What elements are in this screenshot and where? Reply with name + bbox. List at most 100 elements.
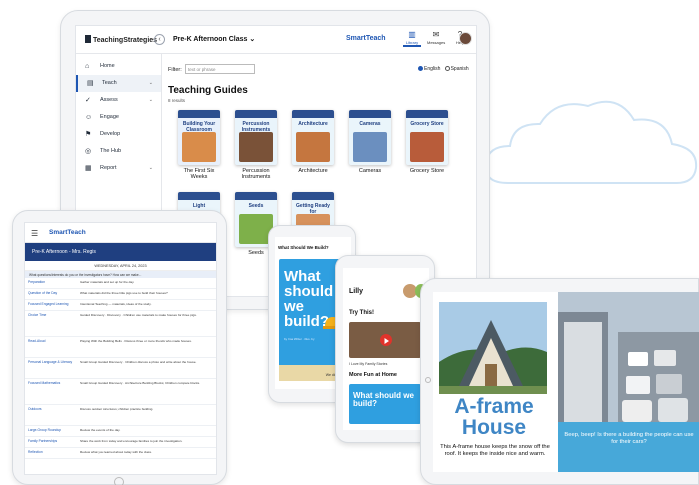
guide-caption[interactable]: Percussion Instruments xyxy=(235,168,277,180)
topnav-library[interactable]: ▥ Library xyxy=(403,30,421,47)
sidebar-item-report[interactable]: ▦ Report ⌄ xyxy=(76,160,161,177)
develop-icon: ⚑ xyxy=(85,131,92,138)
report-icon: ▦ xyxy=(85,165,92,172)
teaching-guide-card[interactable]: Building Your Classroom Community The Fir… xyxy=(178,110,220,180)
class-selector[interactable]: Pre-K Afternoon Class ⌄ xyxy=(173,35,255,43)
row-label: Focused Mathematics xyxy=(28,381,61,385)
table-row[interactable]: Preparation Gather materials and set up f… xyxy=(25,278,216,289)
daily-plan-screen: ☰ SmartTeach Pre-K Afternoon - Mrs. Regi… xyxy=(24,222,217,475)
radio-selected-icon xyxy=(418,66,423,71)
book-cover-title: What should we build? xyxy=(353,391,414,408)
logo-text: TeachingStrategies xyxy=(93,37,158,44)
table-row[interactable]: Read-Aloud Playing With the Building Bell… xyxy=(25,337,216,358)
question-banner: What questions/interests do you or the i… xyxy=(25,271,216,278)
chevron-down-icon: ⌄ xyxy=(148,97,153,103)
home-icon: ⌂ xyxy=(85,63,90,70)
guide-caption[interactable]: Cameras xyxy=(349,168,391,174)
table-row[interactable]: Family Partnerships Share the work from t… xyxy=(25,437,216,448)
date-navigator[interactable]: WEDNESDAY, APRIL 24, 2023 xyxy=(25,261,216,271)
teaching-strategies-logo[interactable]: TeachingStrategies xyxy=(85,35,157,44)
cover-band xyxy=(406,110,448,118)
cover-band xyxy=(349,110,391,118)
row-content: Guided Discovery · Discovery · Children … xyxy=(80,313,197,317)
teaching-guide-card[interactable]: Grocery Store Grocery Store xyxy=(406,110,448,174)
home-button[interactable] xyxy=(114,477,124,485)
row-label: Large-Group Roundup xyxy=(28,428,61,432)
english-radio[interactable]: English xyxy=(418,66,440,72)
try-this-heading: Try This! xyxy=(349,310,375,316)
sidebar-item-home[interactable]: ⌂ Home xyxy=(76,58,161,75)
hamburger-menu-icon[interactable]: ☰ xyxy=(31,229,38,238)
collapse-sidebar-button[interactable]: ‹ xyxy=(154,34,165,45)
teaching-guide-card[interactable]: Architecture Architecture xyxy=(292,110,334,174)
topnav-messages[interactable]: ✉ Messages xyxy=(427,30,445,47)
home-button[interactable] xyxy=(425,377,431,383)
teaching-guide-card[interactable]: Percussion Instruments Percussion Instrum… xyxy=(235,110,277,180)
row-label: Read-Aloud xyxy=(28,339,46,343)
table-row[interactable]: Focused Engaged Learning Intentional Teac… xyxy=(25,300,216,311)
page-heading: A-frame House xyxy=(454,395,534,439)
guide-caption[interactable]: The First Six Weeks xyxy=(178,168,220,180)
messages-icon: ✉ xyxy=(432,30,440,39)
topnav-label: Messages xyxy=(427,40,446,45)
guide-cover[interactable]: Percussion Instruments xyxy=(235,110,277,165)
smartteach-brand: SmartTeach xyxy=(346,35,386,42)
row-content: Share the work from today and encourage … xyxy=(80,439,183,443)
guide-caption[interactable]: Grocery Store xyxy=(406,168,448,174)
sidebar-item-engage[interactable]: ☺ Engage xyxy=(76,109,161,126)
a-frame-house-illustration xyxy=(439,302,547,394)
sidebar-item-develop[interactable]: ⚑ Develop xyxy=(76,126,161,143)
sidebar-item-teach[interactable]: ▤ Teach ⌄ xyxy=(76,75,161,92)
cover-band xyxy=(292,192,334,200)
cover-title: Seeds xyxy=(248,203,264,209)
cover-band xyxy=(235,110,277,118)
row-content: Intentional Teaching — materials, ideas … xyxy=(80,302,152,306)
class-banner: Pre-K Afternoon - Mrs. Regis xyxy=(25,243,216,261)
library-icon: ▥ xyxy=(408,30,416,39)
guide-cover[interactable]: Architecture xyxy=(292,110,334,165)
guide-caption[interactable]: Architecture xyxy=(292,168,334,174)
results-count: 8 results xyxy=(168,98,186,103)
row-label: Focused Engaged Learning xyxy=(28,302,69,306)
guide-cover[interactable]: Grocery Store xyxy=(406,110,448,165)
sidebar-item-label: Assess xyxy=(100,97,118,103)
sidebar-item-label: Teach xyxy=(102,80,117,86)
cover-photo xyxy=(353,132,387,162)
table-row[interactable]: Question of the Day What materials did th… xyxy=(25,289,216,300)
table-row[interactable]: Large-Group Roundup Review the events of … xyxy=(25,426,216,437)
sidebar-item-label: Home xyxy=(100,63,115,69)
cover-band xyxy=(178,192,220,200)
spanish-radio[interactable]: Spanish xyxy=(444,66,469,72)
guide-cover[interactable]: Building Your Classroom Community xyxy=(178,110,220,165)
more-fun-heading: More Fun at Home xyxy=(349,372,397,378)
row-content: Small Group Guided Discovery · Children … xyxy=(80,360,197,364)
avatar[interactable] xyxy=(459,32,472,45)
daily-plan-rows: Preparation Gather materials and set up f… xyxy=(25,278,216,459)
guide-cover[interactable]: Cameras xyxy=(349,110,391,165)
radio-unselected-icon xyxy=(444,66,450,71)
book-cover-card[interactable]: What should we build? xyxy=(349,384,421,424)
table-row[interactable]: Personal Language & Literacy Small Group … xyxy=(25,358,216,379)
chevron-down-icon: ⌄ xyxy=(148,165,153,171)
smartteach-brand: SmartTeach xyxy=(49,229,86,236)
a-frame-house-photo xyxy=(439,302,547,394)
table-row[interactable]: Choice Time Guided Discovery · Discovery … xyxy=(25,311,216,337)
cover-title: Light xyxy=(192,203,206,209)
chevron-down-icon: ⌄ xyxy=(249,36,256,43)
play-icon[interactable] xyxy=(380,334,392,346)
cover-title: Architecture xyxy=(298,121,328,127)
table-row[interactable]: Focused Mathematics Small Group Guided Di… xyxy=(25,379,216,405)
row-content: Playing With the Building Bells · Discus… xyxy=(80,339,192,343)
row-label: Question of the Day xyxy=(28,291,58,295)
video-thumbnail[interactable] xyxy=(349,322,421,358)
assess-icon: ✓ xyxy=(85,97,91,104)
teaching-guide-card[interactable]: Cameras Cameras xyxy=(349,110,391,174)
sidebar-item-assess[interactable]: ✓ Assess ⌄ xyxy=(76,92,161,109)
sidebar-item-label: Engage xyxy=(100,114,119,120)
table-row[interactable]: Reflection Review what you learned about … xyxy=(25,448,216,459)
filter-input[interactable]: text or phrase xyxy=(185,64,255,74)
table-row[interactable]: Outdoors Discuss outdoor structures; chil… xyxy=(25,405,216,426)
sidebar-item-label: Develop xyxy=(100,131,121,137)
sidebar-item-the-hub[interactable]: ◎ The Hub xyxy=(76,143,161,160)
cloud-decoration-icon xyxy=(484,100,698,185)
